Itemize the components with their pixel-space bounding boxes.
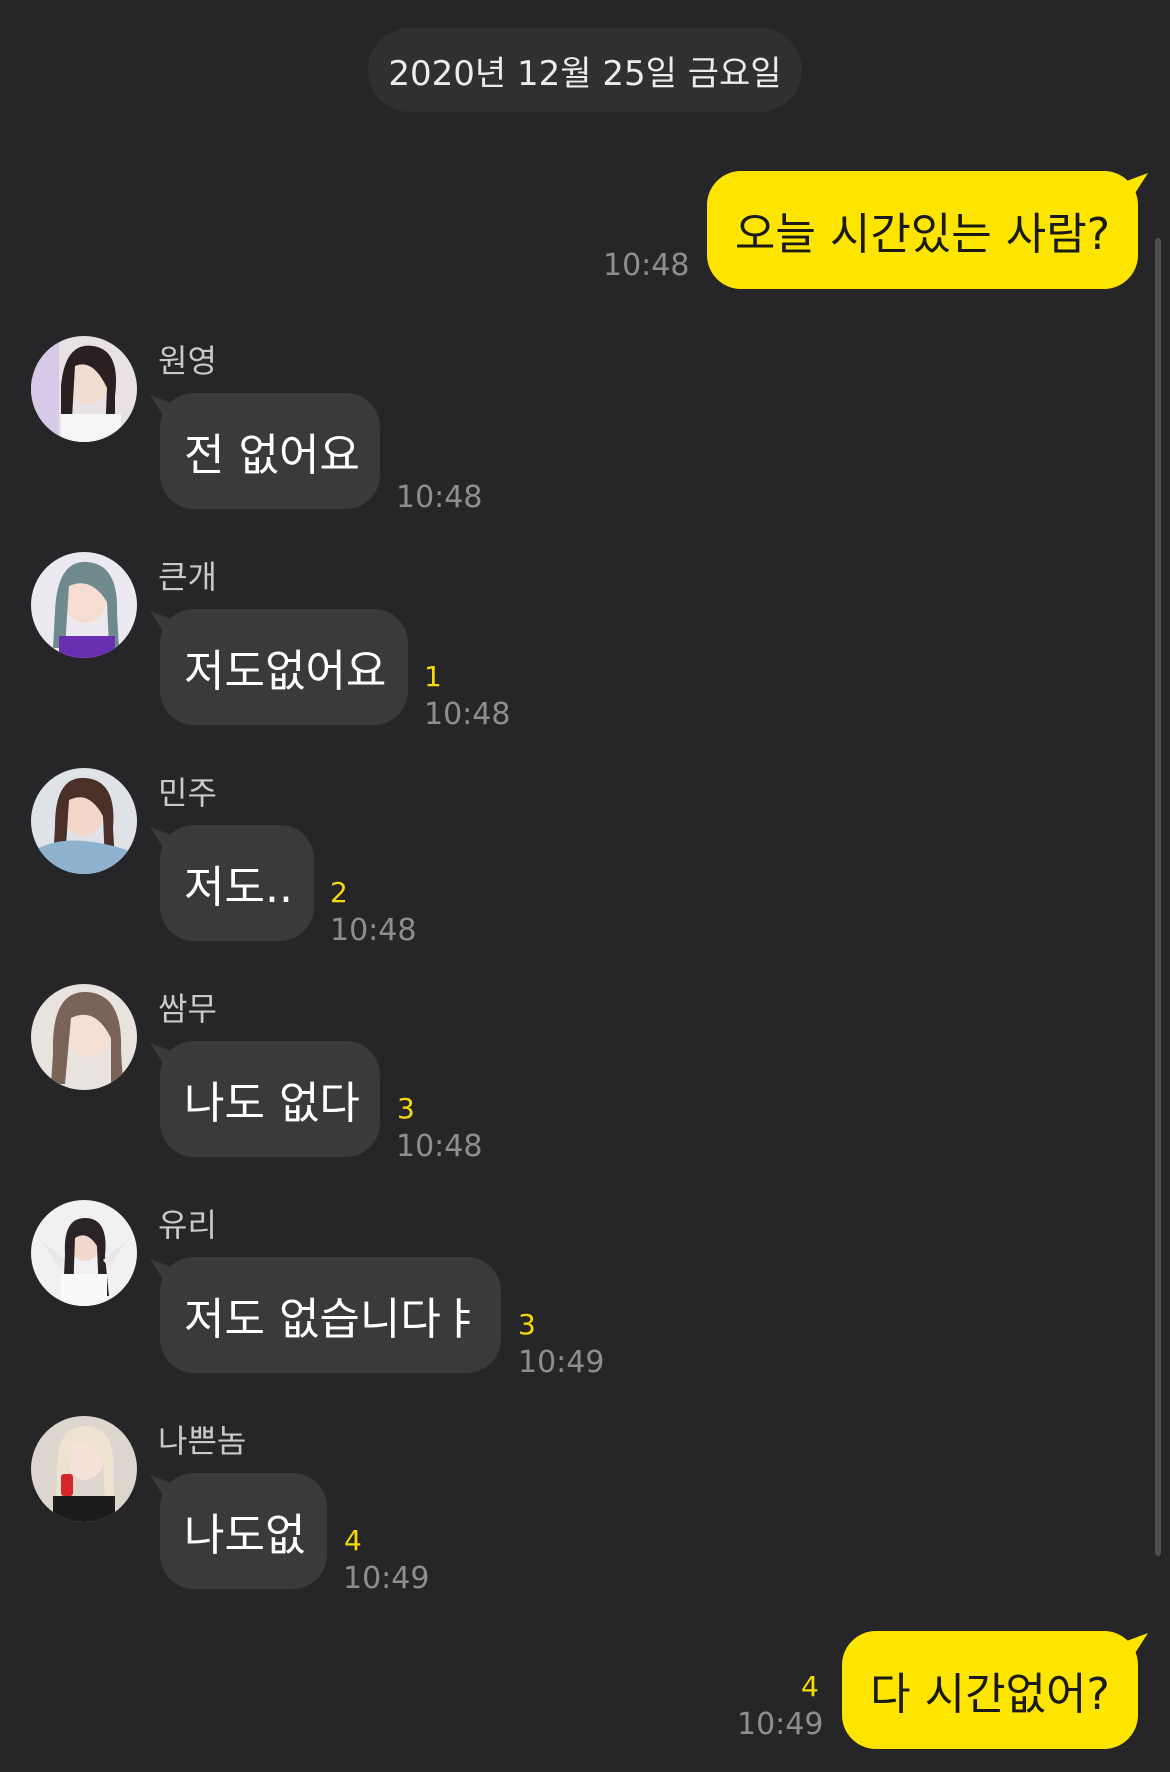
incoming-message-bubble[interactable]: 전 없어요 — [160, 393, 380, 509]
avatar[interactable] — [31, 1416, 137, 1522]
unread-count: 4 — [344, 1524, 362, 1557]
sender-name: 원영 — [158, 342, 217, 380]
scrollbar[interactable] — [1155, 238, 1161, 1556]
incoming-message-bubble[interactable]: 저도 없습니다ㅑ — [160, 1257, 501, 1373]
message-text: 저도 없습니다ㅑ — [184, 1294, 482, 1345]
sender-name: 큰개 — [158, 558, 217, 596]
message-time: 10:49 — [518, 1345, 605, 1380]
avatar[interactable] — [31, 552, 137, 658]
avatar[interactable] — [31, 1200, 137, 1306]
message-text: 오늘 시간있는 사람? — [734, 209, 1111, 260]
unread-count: 2 — [330, 876, 348, 909]
outgoing-message-bubble[interactable]: 오늘 시간있는 사람? — [707, 171, 1138, 289]
message-time: 10:48 — [424, 697, 511, 732]
sender-name: 나쁜놈 — [158, 1422, 247, 1460]
message-time: 10:49 — [737, 1707, 824, 1742]
message-text: 다 시간없어? — [870, 1669, 1110, 1720]
unread-count: 4 — [801, 1670, 819, 1703]
sender-name: 쌈무 — [158, 990, 217, 1028]
incoming-message-bubble[interactable]: 저도없어요 — [160, 609, 408, 725]
avatar[interactable] — [31, 984, 137, 1090]
avatar[interactable] — [31, 768, 137, 874]
date-divider: 2020년 12월 25일 금요일 — [368, 28, 802, 112]
incoming-message-bubble[interactable]: 나도없 — [160, 1473, 327, 1589]
message-text: 저도없어요 — [184, 646, 387, 697]
message-text: 나도 없다 — [184, 1078, 360, 1129]
message-time: 10:48 — [396, 480, 483, 515]
message-text: 나도없 — [184, 1510, 306, 1561]
sender-name: 유리 — [158, 1206, 217, 1244]
unread-count: 3 — [397, 1092, 415, 1125]
sender-name: 민주 — [158, 774, 217, 812]
avatar[interactable] — [31, 336, 137, 442]
message-time: 10:49 — [343, 1561, 430, 1596]
unread-count: 1 — [424, 660, 442, 693]
message-text: 전 없어요 — [184, 430, 360, 481]
incoming-message-bubble[interactable]: 나도 없다 — [160, 1041, 380, 1157]
unread-count: 3 — [518, 1308, 536, 1341]
message-text: 저도.. — [184, 862, 293, 913]
message-time: 10:48 — [396, 1129, 483, 1164]
message-time: 10:48 — [603, 248, 690, 283]
outgoing-message-bubble[interactable]: 다 시간없어? — [842, 1631, 1138, 1749]
message-time: 10:48 — [330, 913, 417, 948]
incoming-message-bubble[interactable]: 저도.. — [160, 825, 314, 941]
